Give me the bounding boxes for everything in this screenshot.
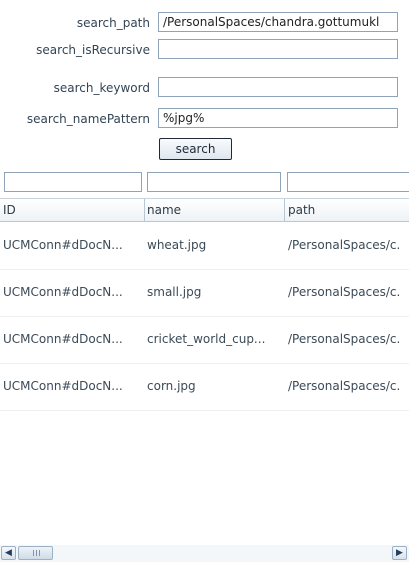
- cell-id: UCMConn#dDocN...: [3, 332, 123, 346]
- column-header-id[interactable]: ID: [3, 203, 16, 217]
- horizontal-scrollbar[interactable]: ◀ ▶: [0, 545, 409, 562]
- chevron-right-icon: ▶: [396, 548, 403, 558]
- table-row[interactable]: UCMConn#dDocN... corn.jpg /PersonalSpace…: [0, 363, 409, 411]
- chevron-left-icon: ◀: [5, 548, 12, 558]
- cell-path: /PersonalSpaces/c.: [288, 379, 401, 393]
- path-filter-input[interactable]: [287, 172, 409, 192]
- search-button[interactable]: search: [159, 138, 232, 160]
- grip-line: [36, 550, 37, 556]
- search-path-label: search_path: [76, 16, 150, 30]
- search-path-input[interactable]: [158, 12, 398, 32]
- grip-line: [39, 550, 40, 556]
- table-row[interactable]: UCMConn#dDocN... small.jpg /PersonalSpac…: [0, 269, 409, 317]
- id-filter-input[interactable]: [4, 172, 142, 192]
- search-path-row: search_path: [0, 12, 409, 34]
- table-row[interactable]: UCMConn#dDocN... wheat.jpg /PersonalSpac…: [0, 222, 409, 270]
- filter-row: [0, 166, 409, 199]
- cell-path: /PersonalSpaces/c.: [288, 285, 401, 299]
- search-keyword-input[interactable]: [158, 77, 398, 97]
- cell-path: /PersonalSpaces/c.: [288, 238, 401, 252]
- column-header-name[interactable]: name: [147, 203, 181, 217]
- scroll-right-button[interactable]: ▶: [392, 546, 407, 560]
- search-isrecursive-label: search_isRecursive: [36, 43, 150, 57]
- cell-id: UCMConn#dDocN...: [3, 238, 123, 252]
- grip-line: [33, 550, 34, 556]
- cell-name: corn.jpg: [147, 379, 196, 393]
- search-keyword-row: search_keyword: [0, 77, 409, 99]
- search-isrecursive-input[interactable]: [158, 39, 398, 59]
- search-namepattern-input[interactable]: [158, 108, 398, 128]
- cell-name: cricket_world_cup...: [147, 332, 266, 346]
- scroll-left-button[interactable]: ◀: [1, 546, 16, 560]
- column-resize-handle[interactable]: [284, 199, 285, 221]
- scroll-thumb[interactable]: [18, 546, 53, 560]
- search-isrecursive-row: search_isRecursive: [0, 39, 409, 61]
- cell-path: /PersonalSpaces/c.: [288, 332, 401, 346]
- cell-name: wheat.jpg: [147, 238, 207, 252]
- name-filter-input[interactable]: [147, 172, 281, 192]
- results-table: ID name path UCMConn#dDocN... wheat.jpg …: [0, 166, 409, 544]
- column-header-path[interactable]: path: [288, 203, 315, 217]
- cell-id: UCMConn#dDocN...: [3, 379, 123, 393]
- search-keyword-label: search_keyword: [53, 81, 150, 95]
- table-row[interactable]: UCMConn#dDocN... cricket_world_cup... /P…: [0, 316, 409, 364]
- column-resize-handle[interactable]: [144, 199, 145, 221]
- search-namepattern-row: search_namePattern: [0, 108, 409, 130]
- cell-id: UCMConn#dDocN...: [3, 285, 123, 299]
- search-namepattern-label: search_namePattern: [26, 112, 150, 126]
- table-header: ID name path: [0, 199, 409, 222]
- cell-name: small.jpg: [147, 285, 202, 299]
